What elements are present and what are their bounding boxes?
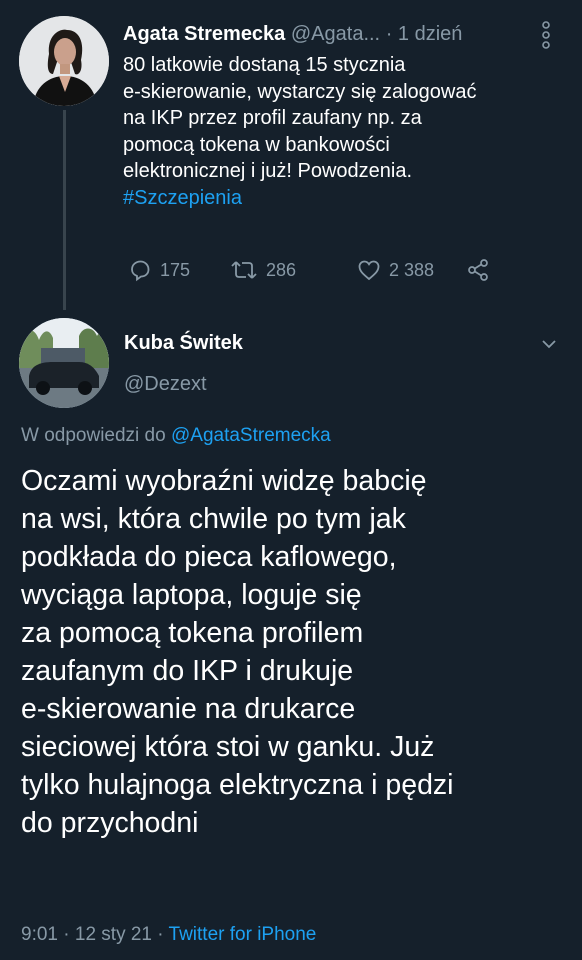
reply-text-line: podkłada do pieca kaflowego, xyxy=(21,541,397,573)
reply-author-handle[interactable]: @Dezext xyxy=(124,373,207,396)
tweet-text-line: elektronicznej i już! Powodzenia. xyxy=(123,160,413,182)
reply-count: 175 xyxy=(160,259,191,280)
replying-to-handle[interactable]: @AgataStremecka xyxy=(171,425,331,446)
tweet-time[interactable]: 1 dzień xyxy=(398,23,463,45)
thread-connector-line xyxy=(63,110,66,310)
tweet-text-line: na IKP przez profil zaufany np. za xyxy=(123,107,422,129)
reply-text-line: sieciowej która stoi w ganku. Już xyxy=(21,731,435,763)
share-icon xyxy=(468,259,488,281)
retweet-count: 286 xyxy=(266,259,297,280)
reply-text-line: zaufanym do IKP i drukuje xyxy=(21,655,354,687)
reply-button[interactable]: 175 xyxy=(128,255,190,285)
reply-meta: 9:01 · 12 sty 21 · Twitter for iPhone xyxy=(21,924,316,946)
reply-text-line: e-skierowanie na drukarce xyxy=(21,693,356,725)
time-separator: · xyxy=(385,23,393,45)
reply-author-name[interactable]: Kuba Świtek xyxy=(124,332,243,355)
avatar[interactable] xyxy=(19,318,109,408)
tweet-text-line: e-skierowanie, wystarczy się zalogować xyxy=(123,80,477,103)
like-button[interactable]: 2 388 xyxy=(357,255,434,285)
replying-to-label: W odpowiedzi do xyxy=(21,425,166,446)
reply-text: Oczami wyobraźni widzę babcię na wsi, kt… xyxy=(21,462,566,842)
retweet-button[interactable]: 286 xyxy=(230,255,296,285)
tweet-text-line: 80 latkowie dostaną 15 stycznia xyxy=(123,54,406,76)
hashtag-link[interactable]: #Szczepienia xyxy=(123,185,563,212)
reply-text-line: za pomocą tokena profilem xyxy=(21,617,364,649)
reply-text-line: wyciąga laptopa, loguje się xyxy=(21,579,362,611)
avatar[interactable] xyxy=(19,16,109,106)
replying-to: W odpowiedzi do @AgataStremecka xyxy=(21,425,331,447)
reply-text-line: na wsi, która chwile po tym jak xyxy=(21,503,406,535)
source-link[interactable]: Twitter for iPhone xyxy=(169,924,317,945)
retweet-icon xyxy=(231,261,257,279)
like-count: 2 388 xyxy=(389,259,435,280)
reply-date[interactable]: 12 sty 21 xyxy=(75,924,152,945)
chevron-down-icon[interactable] xyxy=(538,333,560,355)
reply-text-line: do przychodni xyxy=(21,807,199,839)
author-handle[interactable]: @Agata... xyxy=(291,23,380,45)
author-name[interactable]: Agata Stremecka xyxy=(123,23,285,45)
like-icon xyxy=(358,260,380,281)
more-icon[interactable] xyxy=(537,20,555,50)
meta-separator: · xyxy=(63,924,70,945)
tweet-action-bar: 175 286 2 388 xyxy=(128,255,548,285)
tweet-text: 80 latkowie dostaną 15 stycznia e-skiero… xyxy=(123,52,563,211)
reply-time[interactable]: 9:01 xyxy=(21,924,58,945)
tweet-header: Agata Stremecka @Agata... · 1 dzień xyxy=(123,22,563,46)
reply-icon xyxy=(131,260,150,282)
meta-separator: · xyxy=(157,924,164,945)
tweet-text-line: pomocą tokena w bankowości xyxy=(123,133,390,156)
share-button[interactable] xyxy=(466,255,490,285)
reply-text-line: Oczami wyobraźni widzę babcię xyxy=(21,465,427,497)
reply-text-line: tylko hulajnoga elektryczna i pędzi xyxy=(21,769,454,801)
